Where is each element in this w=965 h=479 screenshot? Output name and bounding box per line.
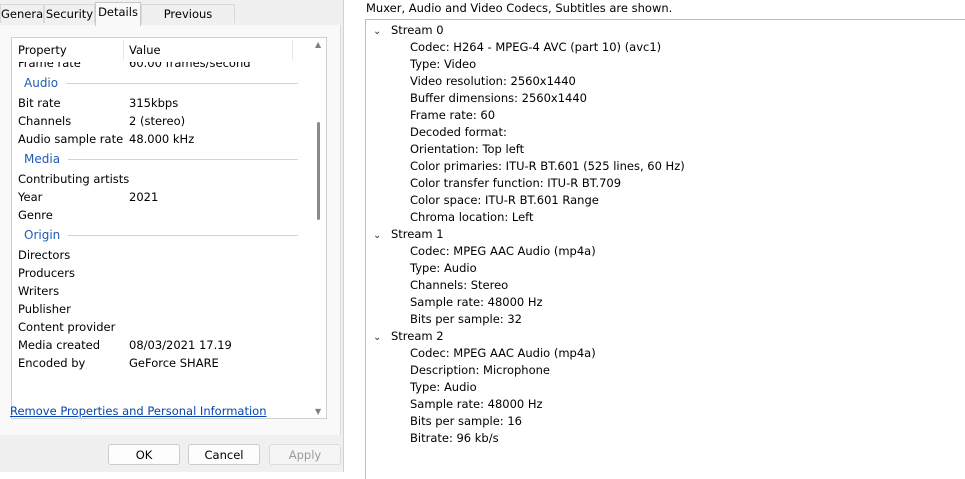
- property-label: Media created: [18, 338, 100, 352]
- scrollbar-thumb[interactable]: [317, 122, 320, 220]
- property-label: Producers: [18, 266, 75, 280]
- group-header: Audio: [12, 73, 312, 93]
- stream-property: Type: Audio: [410, 261, 477, 275]
- stream-label: Stream 1: [391, 227, 444, 241]
- property-label: Bit rate: [18, 96, 61, 110]
- stream-property: Buffer dimensions: 2560x1440: [410, 91, 587, 105]
- group-label: Origin: [24, 228, 61, 242]
- stream-property: Codec: MPEG AAC Audio (mp4a): [410, 244, 596, 258]
- property-label: Content provider: [18, 320, 116, 334]
- stream-property: Sample rate: 48000 Hz: [410, 397, 543, 411]
- property-label: Genre: [18, 208, 53, 222]
- stream-label: Stream 0: [391, 23, 444, 37]
- property-label: Directors: [18, 248, 71, 262]
- ok-button[interactable]: OK: [108, 444, 180, 465]
- value-column-header[interactable]: Value: [129, 38, 161, 62]
- stream-property: Channels: Stereo: [410, 278, 509, 292]
- stream-property: Bits per sample: 32: [410, 312, 522, 326]
- stream-property: Description: Microphone: [410, 363, 550, 377]
- stream-property: Color primaries: ITU-R BT.601 (525 lines…: [410, 159, 685, 173]
- property-label: Audio sample rate: [18, 132, 124, 146]
- stream-property: Type: Audio: [410, 380, 477, 394]
- stream-node[interactable]: ⌄ Stream 0: [373, 22, 444, 39]
- column-divider[interactable]: [123, 40, 124, 60]
- scroll-down-icon[interactable]: ▼: [315, 407, 321, 416]
- stream-property: Frame rate: 60: [410, 108, 496, 122]
- stream-label: Stream 2: [391, 329, 444, 343]
- property-value: 48.000 kHz: [129, 132, 195, 146]
- group-label: Audio: [24, 76, 59, 90]
- property-row[interactable]: Producers: [12, 264, 312, 282]
- cancel-button[interactable]: Cancel: [188, 444, 260, 465]
- property-column-header[interactable]: Property: [18, 38, 67, 62]
- property-row[interactable]: Bit rate 315kbps: [12, 94, 312, 112]
- details-panel: Total bitrate6332kbpsFrame rate60.00 fra…: [0, 25, 341, 435]
- property-label: Channels: [18, 114, 72, 128]
- chevron-down-icon[interactable]: ⌄: [373, 227, 391, 244]
- group-header: Media: [12, 149, 312, 169]
- codec-hint-text: Muxer, Audio and Video Codecs, Subtitles…: [366, 1, 673, 15]
- codec-info-pane: Muxer, Audio and Video Codecs, Subtitles…: [344, 0, 965, 479]
- group-label: Media: [24, 152, 61, 166]
- property-row[interactable]: Audio sample rate 48.000 kHz: [12, 130, 312, 148]
- group-divider: [66, 83, 298, 84]
- tab-bar: General Security Details Previous Versio…: [0, 0, 343, 40]
- property-row[interactable]: Media created 08/03/2021 17.19: [12, 336, 312, 354]
- property-value: 2 (stereo): [129, 114, 186, 128]
- property-row[interactable]: Publisher: [12, 300, 312, 318]
- group-header: Origin: [12, 225, 312, 245]
- remove-properties-link[interactable]: Remove Properties and Personal Informati…: [10, 404, 267, 418]
- property-value: 08/03/2021 17.19: [129, 338, 232, 352]
- stream-property: Bitrate: 96 kb/s: [410, 431, 499, 445]
- group-divider: [68, 235, 298, 236]
- vertical-scrollbar[interactable]: ▲ ▼: [313, 38, 326, 418]
- stream-property: Decoded format:: [410, 125, 507, 139]
- property-row[interactable]: Directors: [12, 246, 312, 264]
- property-row[interactable]: Contributing artists: [12, 170, 312, 188]
- property-value: GeForce SHARE: [129, 356, 219, 370]
- tab-security[interactable]: Security: [44, 4, 95, 23]
- property-row[interactable]: Channels 2 (stereo): [12, 112, 312, 130]
- chevron-down-icon[interactable]: ⌄: [373, 23, 391, 40]
- property-row[interactable]: Year 2021: [12, 188, 312, 206]
- stream-property: Sample rate: 48000 Hz: [410, 295, 543, 309]
- stream-property: Bits per sample: 16: [410, 414, 522, 428]
- column-divider[interactable]: [292, 40, 293, 60]
- properties-dialog: General Security Details Previous Versio…: [0, 0, 343, 472]
- property-label: Encoded by: [18, 356, 86, 370]
- property-label: Year: [18, 190, 43, 204]
- stream-property: Color transfer function: ITU-R BT.709: [410, 176, 622, 190]
- property-label: Contributing artists: [18, 172, 130, 186]
- codec-tree[interactable]: ⌄ Stream 0 Codec: H264 - MPEG-4 AVC (part …: [365, 19, 965, 479]
- tab-general[interactable]: General: [0, 4, 46, 23]
- property-row[interactable]: Encoded by GeForce SHARE: [12, 354, 312, 372]
- property-row[interactable]: Writers: [12, 282, 312, 300]
- stream-property: Orientation: Top left: [410, 142, 525, 156]
- stream-property: Video resolution: 2560x1440: [410, 74, 576, 88]
- property-label: Publisher: [18, 302, 71, 316]
- property-row[interactable]: Content provider: [12, 318, 312, 336]
- property-row[interactable]: Genre: [12, 206, 312, 224]
- property-label: Writers: [18, 284, 60, 298]
- scroll-up-icon[interactable]: ▲: [315, 40, 321, 49]
- tab-previous-versions[interactable]: Previous Versions: [141, 4, 235, 40]
- stream-property: Codec: H264 - MPEG-4 AVC (part 10) (avc1…: [410, 40, 662, 54]
- stream-node[interactable]: ⌄ Stream 1: [373, 226, 444, 243]
- property-value: 315kbps: [129, 96, 179, 110]
- list-header: Property Value: [12, 38, 312, 62]
- stream-node[interactable]: ⌄ Stream 2: [373, 328, 444, 345]
- stream-property: Codec: MPEG AAC Audio (mp4a): [410, 346, 596, 360]
- stream-property: Type: Video: [410, 57, 477, 71]
- chevron-down-icon[interactable]: ⌄: [373, 329, 391, 346]
- group-divider: [68, 159, 298, 160]
- property-list[interactable]: Total bitrate6332kbpsFrame rate60.00 fra…: [11, 37, 327, 419]
- apply-button[interactable]: Apply: [269, 444, 341, 465]
- tab-details[interactable]: Details: [95, 2, 141, 26]
- stream-property: Color space: ITU-R BT.601 Range: [410, 193, 599, 207]
- stream-property: Chroma location: Left: [410, 210, 534, 224]
- property-value: 2021: [129, 190, 159, 204]
